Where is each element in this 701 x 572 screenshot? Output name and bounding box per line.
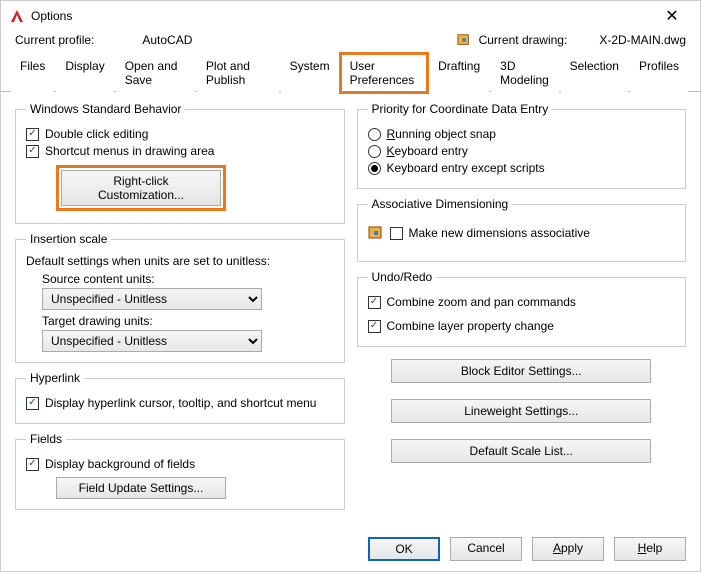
dimension-icon (368, 225, 384, 241)
field-update-settings-button[interactable]: Field Update Settings... (56, 477, 226, 499)
radio-keyboard-except-scripts[interactable] (368, 162, 381, 175)
group-undo-redo: Undo/Redo Combine zoom and pan commands … (357, 270, 687, 347)
block-editor-settings-button[interactable]: Block Editor Settings... (391, 359, 651, 383)
select-source-content-units[interactable]: Unspecified - Unitless (42, 288, 262, 310)
label-make-dimensions-associative: Make new dimensions associative (409, 226, 590, 240)
tab-user-preferences[interactable]: User Preferences (341, 54, 428, 92)
legend-assoc-dim: Associative Dimensioning (368, 197, 513, 211)
checkbox-fields-background[interactable] (26, 458, 39, 471)
legend-undo-redo: Undo/Redo (368, 270, 437, 284)
default-scale-list-button[interactable]: Default Scale List... (391, 439, 651, 463)
legend-priority: Priority for Coordinate Data Entry (368, 102, 553, 116)
group-associative-dimensioning: Associative Dimensioning Make new dimens… (357, 197, 687, 262)
label-keyboard-except-scripts: Keyboard entry except scripts (387, 161, 545, 175)
label-combine-zoom-pan: Combine zoom and pan commands (387, 295, 576, 309)
select-target-drawing-units[interactable]: Unspecified - Unitless (42, 330, 262, 352)
current-drawing-value: X-2D-MAIN.dwg (599, 33, 686, 47)
label-double-click-editing: Double click editing (45, 127, 148, 141)
group-insertion-scale: Insertion scale Default settings when un… (15, 232, 345, 363)
label-keyboard-entry: Keyboard entry (387, 144, 468, 158)
window-title: Options (31, 9, 652, 23)
tab-plot-and-publish[interactable]: Plot and Publish (197, 54, 279, 92)
lineweight-settings-button[interactable]: Lineweight Settings... (391, 399, 651, 423)
tab-selection[interactable]: Selection (561, 54, 628, 92)
checkbox-combine-zoom-pan[interactable] (368, 296, 381, 309)
label-source-content-units: Source content units: (42, 272, 334, 286)
tab-files[interactable]: Files (11, 54, 54, 92)
options-dialog: Options ✕ Current profile: AutoCAD Curre… (0, 0, 701, 572)
current-drawing-label: Current drawing: (479, 33, 568, 47)
label-running-object-snap: Running object snap (387, 127, 496, 141)
titlebar: Options ✕ (1, 1, 700, 31)
radio-running-object-snap[interactable] (368, 128, 381, 141)
tab-drafting[interactable]: Drafting (429, 54, 489, 92)
tab-system[interactable]: System (281, 54, 339, 92)
legend-wsb: Windows Standard Behavior (26, 102, 185, 116)
legend-fields: Fields (26, 432, 66, 446)
cancel-button[interactable]: Cancel (450, 537, 522, 561)
right-click-customization-button[interactable]: Right-click Customization... (61, 170, 221, 206)
checkbox-double-click-editing[interactable] (26, 128, 39, 141)
highlight-right-click-customization: Right-click Customization... (56, 165, 226, 211)
legend-insertion-scale: Insertion scale (26, 232, 111, 246)
checkbox-make-dimensions-associative[interactable] (390, 227, 403, 240)
tab-display[interactable]: Display (56, 54, 113, 92)
tab-profiles[interactable]: Profiles (630, 54, 688, 92)
checkbox-hyperlink-display[interactable] (26, 397, 39, 410)
insertion-scale-desc: Default settings when units are set to u… (26, 254, 334, 268)
checkbox-shortcut-menus[interactable] (26, 145, 39, 158)
label-shortcut-menus: Shortcut menus in drawing area (45, 144, 214, 158)
current-profile-label: Current profile: (15, 33, 94, 47)
ok-button[interactable]: OK (368, 537, 440, 561)
radio-keyboard-entry[interactable] (368, 145, 381, 158)
label-hyperlink-display: Display hyperlink cursor, tooltip, and s… (45, 396, 316, 410)
checkbox-combine-layer-property[interactable] (368, 320, 381, 333)
left-column: Windows Standard Behavior Double click e… (15, 102, 345, 510)
group-priority-coordinate-entry: Priority for Coordinate Data Entry Runni… (357, 102, 687, 189)
group-hyperlink: Hyperlink Display hyperlink cursor, tool… (15, 371, 345, 424)
tab-strip: Files Display Open and Save Plot and Pub… (1, 53, 700, 92)
label-fields-background: Display background of fields (45, 457, 195, 471)
right-column: Priority for Coordinate Data Entry Runni… (357, 102, 687, 510)
apply-button[interactable]: Apply (532, 537, 604, 561)
dwg-icon (457, 33, 471, 47)
help-button[interactable]: Help (614, 537, 686, 561)
group-fields: Fields Display background of fields Fiel… (15, 432, 345, 510)
content-area: Windows Standard Behavior Double click e… (1, 92, 700, 516)
dialog-footer: OK Cancel Apply Help (368, 537, 686, 561)
group-windows-standard-behavior: Windows Standard Behavior Double click e… (15, 102, 345, 224)
tab-3d-modeling[interactable]: 3D Modeling (491, 54, 558, 92)
label-combine-layer-property: Combine layer property change (387, 319, 554, 333)
profile-row: Current profile: AutoCAD Current drawing… (1, 31, 700, 53)
label-target-drawing-units: Target drawing units: (42, 314, 334, 328)
autocad-icon (9, 8, 25, 24)
tab-open-and-save[interactable]: Open and Save (116, 54, 195, 92)
close-icon[interactable]: ✕ (652, 6, 692, 26)
legend-hyperlink: Hyperlink (26, 371, 84, 385)
current-profile-value: AutoCAD (142, 33, 192, 47)
